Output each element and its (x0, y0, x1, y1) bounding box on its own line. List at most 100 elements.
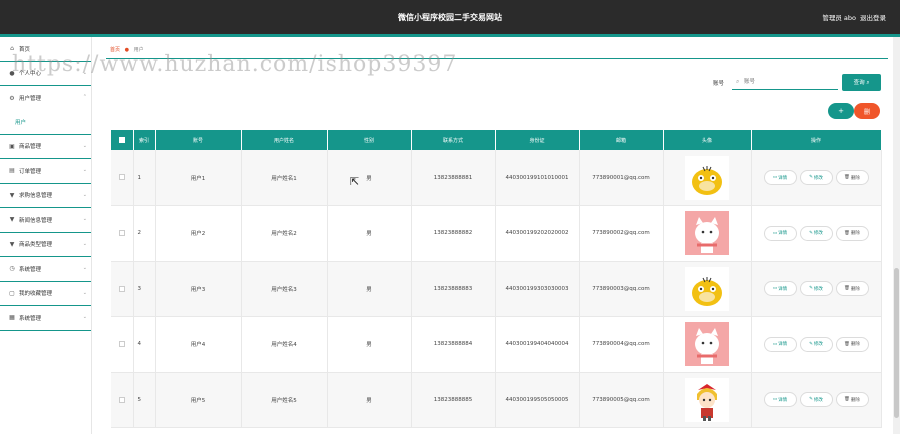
breadcrumb-current: 用户 (133, 47, 144, 53)
header-phone: 联系方式 (411, 130, 496, 150)
edit-label: 修改 (813, 342, 823, 348)
cell-actions: ▭ 详情 ✎ 修改 🗑 删除 (751, 316, 882, 373)
table-row: 4 用户4 用户姓名4 男 13823888884 440300199404040004 7… (111, 316, 882, 373)
row-select-cell[interactable] (111, 150, 134, 206)
detail-button[interactable]: ▭ 详情 (763, 281, 797, 297)
row-select-cell[interactable] (111, 372, 134, 428)
cell-name: 用户姓名2 (241, 205, 328, 262)
sidebar-item-home[interactable]: ⌂ 首页 (0, 37, 91, 62)
table-row: 3 用户3 用户姓名3 男 13823888883 440300199303030003 7… (111, 261, 882, 317)
sidebar-subitem-users[interactable]: 用户 (0, 111, 91, 135)
sidebar-item-profile[interactable]: ● 个人中心 ⌄ (0, 62, 91, 86)
cell-phone: 13823888884 (411, 316, 496, 373)
table-body: 1 用户1 用户姓名1 男 13823888881 440300199101010001 7… (111, 150, 882, 428)
sidebar-item-system-1[interactable]: ◷ 系统管理 ⌄ (0, 257, 91, 282)
sidebar-item-label: 商品管理 (19, 144, 42, 151)
row-select-cell[interactable] (111, 205, 134, 262)
cell-phone: 13823888885 (411, 372, 496, 428)
delete-button[interactable]: 🗑 删除 (835, 225, 869, 241)
cell-avatar (663, 150, 752, 206)
cell-avatar (663, 316, 752, 373)
add-button[interactable]: + (828, 103, 854, 119)
delete-label: 删除 (850, 286, 860, 292)
row-checkbox[interactable] (118, 341, 125, 347)
row-checkbox[interactable] (118, 285, 125, 292)
delete-button[interactable]: 🗑 删除 (835, 336, 869, 352)
edit-button[interactable]: ✎ 修改 (799, 336, 833, 352)
cell-actions: ▭ 详情 ✎ 修改 🗑 删除 (751, 372, 882, 428)
cell-name: 用户姓名4 (241, 316, 328, 373)
header-select-all[interactable] (111, 130, 134, 150)
gear-icon: ⚙ (9, 94, 15, 102)
filter-icon: ▼ (9, 191, 15, 199)
cell-account: 用户4 (155, 316, 242, 373)
search-button[interactable]: 查询 ⌕ (842, 74, 881, 91)
cell-gender: 男 (327, 372, 412, 428)
chevron-down-icon: ⌄ (82, 167, 87, 173)
search-input[interactable] (732, 75, 838, 90)
header-actions: 操作 (751, 130, 882, 150)
row-checkbox[interactable] (118, 174, 125, 181)
sidebar-item-favorites[interactable]: ▢ 我的收藏管理 ⌄ (0, 282, 91, 306)
header-idcard: 身份证 (495, 130, 580, 150)
cell-name: 用户姓名5 (241, 372, 328, 428)
sidebar-item-wanted[interactable]: ▼ 求购信息管理 ⌄ (0, 184, 91, 208)
chevron-down-icon: ⌄ (82, 216, 87, 222)
batch-delete-button[interactable]: 删 (854, 103, 880, 119)
select-all-checkbox[interactable] (118, 136, 125, 143)
sidebar-item-orders[interactable]: ▤ 订单管理 ⌄ (0, 159, 91, 184)
search-icon: ⌕ (736, 78, 740, 85)
row-select-cell[interactable] (111, 316, 134, 373)
detail-button[interactable]: ▭ 详情 (763, 336, 797, 352)
cell-avatar (663, 372, 752, 428)
breadcrumb-separator-icon: ● (124, 47, 129, 53)
cell-email: 773890003@qq.com (579, 261, 664, 317)
breadcrumb-home[interactable]: 首页 (110, 47, 120, 53)
edit-label: 修改 (813, 175, 823, 181)
edit-icon: ✎ (809, 230, 813, 236)
row-checkbox[interactable] (118, 230, 125, 236)
sidebar-item-label: 系统管理 (19, 266, 42, 273)
sidebar-item-goods-type[interactable]: ▼ 商品类型管理 ⌄ (0, 233, 91, 257)
detail-button[interactable]: ▭ 详情 (763, 392, 797, 408)
cell-actions: ▭ 详情 ✎ 修改 🗑 删除 (751, 205, 882, 262)
edit-button[interactable]: ✎ 修改 (799, 392, 833, 408)
header-account: 账号 (155, 130, 242, 150)
main-content: 首页 ● 用户 账号 ⌕ 查询 ⌕ + 删 索引 账号 用户姓名 性别 联系方式… (92, 37, 900, 434)
table-row: 1 用户1 用户姓名1 男 13823888881 440300199101010001 7… (111, 150, 882, 206)
row-checkbox[interactable] (118, 396, 125, 403)
top-bar: 微信小程序校园二手交易网站 管理员 abo 退出登录 (0, 0, 900, 34)
sidebar-item-label: 新闻信息管理 (19, 217, 53, 224)
delete-button[interactable]: 🗑 删除 (835, 281, 869, 297)
sidebar-item-label: 个人中心 (19, 71, 42, 78)
sidebar-item-news[interactable]: ▼ 新闻信息管理 ⌄ (0, 208, 91, 233)
trash-icon: 🗑 (844, 341, 850, 347)
edit-icon: ✎ (809, 341, 813, 347)
row-select-cell[interactable] (111, 261, 134, 317)
cell-email: 773890001@qq.com (579, 150, 664, 206)
sidebar-item-user-management[interactable]: ⚙ 用户管理 ⌃ (0, 86, 91, 111)
delete-button[interactable]: 🗑 删除 (835, 392, 869, 408)
edit-button[interactable]: ✎ 修改 (799, 281, 833, 297)
sidebar-item-label: 系统管理 (19, 315, 42, 322)
logout-link[interactable]: 退出登录 (860, 12, 886, 22)
cell-actions: ▭ 详情 ✎ 修改 🗑 删除 (751, 150, 882, 206)
clock-icon: ◷ (9, 265, 15, 273)
sidebar-item-system-2[interactable]: ▦ 系统管理 ⌄ (0, 306, 91, 331)
header-name: 用户姓名 (241, 130, 328, 150)
cell-index: 5 (133, 372, 156, 428)
app-title: 微信小程序校园二手交易网站 (398, 13, 502, 22)
delete-button[interactable]: 🗑 删除 (835, 170, 869, 185)
cell-index: 3 (133, 261, 156, 317)
edit-button[interactable]: ✎ 修改 (799, 170, 833, 185)
chevron-down-icon: ⌄ (82, 191, 87, 198)
detail-button[interactable]: ▭ 详情 (763, 225, 797, 241)
chevron-down-icon: ⌄ (82, 69, 87, 76)
sidebar-item-goods[interactable]: ▣ 商品管理 ⌄ (0, 135, 91, 159)
header-gender: 性别 (327, 130, 412, 150)
detail-button[interactable]: ▭ 详情 (763, 170, 797, 185)
scrollbar-thumb[interactable] (894, 268, 899, 418)
edit-button[interactable]: ✎ 修改 (799, 225, 833, 241)
edit-label: 修改 (813, 231, 823, 237)
home-icon: ⌂ (10, 45, 14, 53)
